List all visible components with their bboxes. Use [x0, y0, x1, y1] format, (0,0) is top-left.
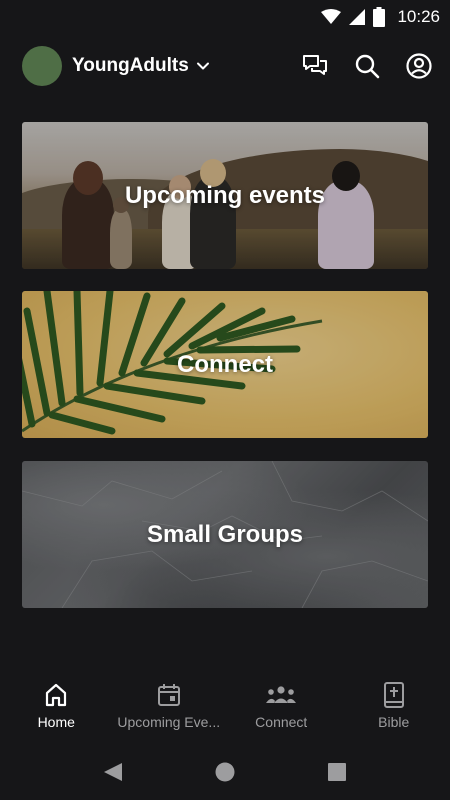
battery-icon	[373, 6, 386, 27]
nav-label: Connect	[255, 714, 308, 730]
card-label-connect: Connect	[177, 350, 273, 378]
group-name[interactable]: YoungAdults	[72, 55, 189, 77]
header-actions	[302, 53, 432, 79]
nav-item-upcoming-events[interactable]: Upcoming Eve...	[113, 680, 225, 730]
nav-item-bible[interactable]: Bible	[338, 680, 450, 730]
nav-item-connect[interactable]: Connect	[225, 680, 337, 730]
connect-card[interactable]: Connect	[22, 291, 428, 438]
home-icon	[43, 680, 69, 710]
wifi-icon	[321, 8, 342, 25]
status-bar: 10:26	[0, 0, 450, 33]
nav-label: Upcoming Eve...	[117, 714, 221, 730]
people-icon	[265, 680, 297, 710]
small-groups-card[interactable]: Small Groups	[22, 461, 428, 608]
recents-icon[interactable]	[326, 761, 348, 783]
bible-icon	[381, 680, 407, 710]
nav-item-home[interactable]: Home	[0, 680, 112, 730]
chat-icon[interactable]	[302, 53, 328, 79]
back-icon[interactable]	[102, 761, 124, 783]
group-switcher[interactable]: YoungAdults	[22, 46, 211, 86]
app-screen: 10:26 YoungAdults Upcoming events Connec…	[0, 0, 450, 800]
nav-label: Bible	[378, 714, 410, 730]
app-header: YoungAdults	[22, 44, 432, 88]
account-icon[interactable]	[406, 53, 432, 79]
search-icon[interactable]	[354, 53, 380, 79]
system-nav-bar	[0, 744, 450, 800]
card-label-small-groups: Small Groups	[146, 520, 304, 548]
card-label-upcoming-events: Upcoming events	[124, 181, 326, 209]
signal-icon	[349, 8, 366, 25]
calendar-icon	[156, 680, 182, 710]
bottom-nav: Home Upcoming Eve... Connect Bible	[0, 672, 450, 738]
upcoming-events-card[interactable]: Upcoming events	[22, 122, 428, 269]
home-circle-icon[interactable]	[214, 761, 236, 783]
chevron-down-icon[interactable]	[195, 58, 211, 74]
nav-label: Home	[37, 714, 75, 730]
group-avatar[interactable]	[22, 46, 62, 86]
status-time: 10:26	[397, 6, 440, 26]
